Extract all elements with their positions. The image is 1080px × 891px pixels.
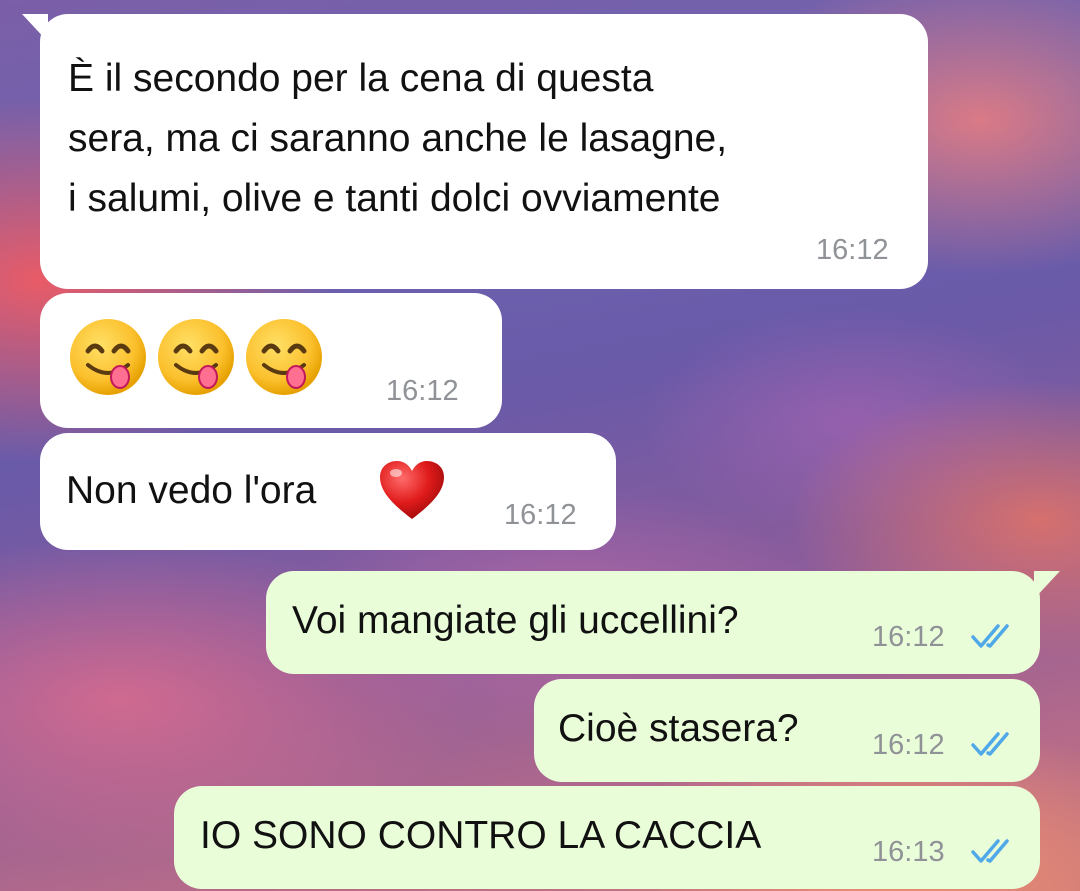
message-text: È il secondo per la cena di questa sera,…	[68, 57, 728, 220]
message-timestamp: 16:12	[872, 729, 945, 761]
incoming-message-bubble[interactable]: È il secondo per la cena di questa sera,…	[40, 14, 928, 289]
message-timestamp: 16:12	[386, 375, 459, 407]
message-timestamp: 16:12	[872, 621, 945, 653]
red-heart-emoji	[380, 461, 444, 519]
chat-area[interactable]: È il secondo per la cena di questa sera,…	[0, 0, 1080, 891]
outgoing-message-bubble[interactable]: IO SONO CONTRO LA CACCIA 16:13	[174, 786, 1040, 889]
message-text: Voi mangiate gli uccellini?	[292, 599, 739, 642]
outgoing-message-bubble[interactable]: Cioè stasera? 16:12	[534, 679, 1040, 782]
message-text: Cioè stasera?	[558, 707, 799, 750]
message-timestamp: 16:12	[504, 499, 577, 531]
message-text: Non vedo l'ora	[66, 469, 317, 512]
read-receipt-icon	[971, 732, 1009, 756]
read-receipt-icon	[971, 839, 1009, 863]
incoming-message-bubble[interactable]: 16:12	[40, 293, 502, 428]
incoming-message-bubble[interactable]: Non vedo l'ora 16:12	[40, 433, 616, 550]
message-timestamp: 16:13	[872, 836, 945, 868]
read-receipt-icon	[971, 624, 1009, 648]
outgoing-message-bubble[interactable]: Voi mangiate gli uccellini? 16:12	[266, 571, 1040, 674]
face-savoring-food-emoji	[158, 319, 234, 395]
message-text: IO SONO CONTRO LA CACCIA	[200, 814, 762, 857]
face-savoring-food-emoji	[246, 319, 322, 395]
message-timestamp: 16:12	[816, 234, 889, 266]
face-savoring-food-emoji	[70, 319, 146, 395]
